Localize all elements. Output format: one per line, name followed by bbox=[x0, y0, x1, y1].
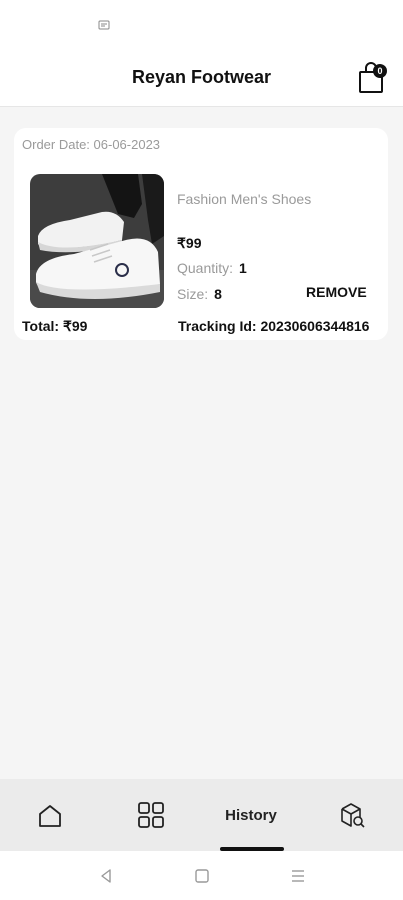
size-row: Size: 8 bbox=[177, 286, 222, 302]
nav-categories[interactable] bbox=[101, 779, 201, 851]
bottom-nav: History bbox=[0, 779, 403, 851]
product-name: Fashion Men's Shoes bbox=[177, 191, 312, 207]
size-value: 8 bbox=[214, 286, 222, 302]
recents-icon[interactable] bbox=[286, 865, 310, 887]
home-square-icon[interactable] bbox=[190, 865, 214, 887]
back-icon[interactable] bbox=[94, 865, 118, 887]
quantity-label: Quantity: bbox=[177, 260, 234, 276]
shopping-bag-icon bbox=[359, 62, 383, 93]
tracking-id: Tracking Id: 20230606344816 bbox=[178, 318, 370, 334]
nav-history[interactable]: History bbox=[201, 779, 301, 851]
categories-grid-icon bbox=[138, 802, 164, 828]
product-price: ₹99 bbox=[177, 235, 202, 251]
size-label: Size: bbox=[177, 286, 209, 302]
shoe-photo bbox=[30, 174, 164, 308]
cart-count-badge: 0 bbox=[373, 64, 387, 78]
nav-home[interactable] bbox=[0, 779, 100, 851]
order-date: Order Date: 06-06-2023 bbox=[22, 137, 161, 152]
package-search-icon bbox=[341, 803, 365, 828]
remove-button[interactable]: REMOVE bbox=[306, 284, 367, 300]
nav-track-order[interactable] bbox=[302, 779, 402, 851]
product-image[interactable] bbox=[30, 174, 164, 308]
quantity-row: Quantity: 1 bbox=[177, 260, 247, 276]
system-nav-bar bbox=[0, 851, 403, 900]
status-bar bbox=[0, 0, 403, 50]
history-label: History bbox=[225, 807, 277, 824]
order-total: Total: ₹99 bbox=[22, 318, 88, 334]
quantity-value: 1 bbox=[239, 260, 247, 276]
app-header: Reyan Footwear 0 bbox=[0, 50, 403, 107]
order-card: Order Date: 06-06-2023 Fashion Men's Sho… bbox=[14, 128, 388, 340]
app-title: Reyan Footwear bbox=[131, 67, 272, 87]
home-icon bbox=[39, 805, 61, 827]
cart-button[interactable]: 0 bbox=[356, 59, 390, 95]
notification-icon bbox=[98, 20, 110, 30]
